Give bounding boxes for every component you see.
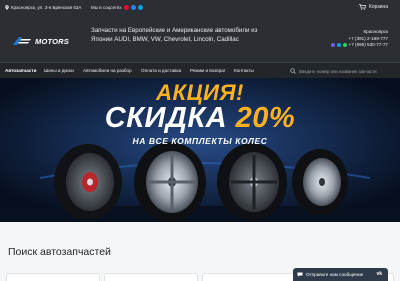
- logo-text: MOTORS: [35, 36, 69, 46]
- banner-subline: НА ВСЕ КОМПЛЕКТЫ КОЛЕС: [132, 136, 268, 146]
- phone-2[interactable]: +7 (995) 530-77-77: [349, 42, 388, 49]
- search-input[interactable]: Введите номер или название запчасти: [299, 69, 377, 74]
- address: Красноярск, ул. 3-я Брянская 63А: [5, 5, 81, 10]
- cart-label: Корзина: [368, 4, 388, 10]
- phone-row-2: +7 (995) 530-77-77: [330, 42, 388, 49]
- logo[interactable]: MOTORS: [12, 35, 69, 47]
- main-nav: Автозапчасти Шины и диски Автомобили на …: [0, 62, 400, 78]
- chat-icon: [297, 272, 303, 277]
- wheel-2: [134, 142, 206, 222]
- viber-icon[interactable]: [330, 43, 335, 48]
- nav-item-returns[interactable]: Режим и возврат: [190, 68, 226, 73]
- category-card[interactable]: [202, 273, 296, 281]
- chat-widget[interactable]: Отправьте нам сообщение vk: [293, 268, 388, 281]
- address-text: Красноярск, ул. 3-я Брянская 63А: [11, 5, 82, 10]
- banner-discount-percent: 20%: [235, 102, 296, 134]
- category-card[interactable]: [6, 273, 100, 281]
- cart-link[interactable]: Корзина: [358, 4, 388, 10]
- vk-icon[interactable]: [130, 5, 136, 10]
- page: Красноярск, ул. 3-я Брянская 63А Мы в со…: [0, 0, 400, 281]
- wheel-4: [292, 149, 348, 215]
- youtube-icon[interactable]: [123, 5, 129, 10]
- logo-mark-icon: [13, 37, 31, 45]
- contacts: Красноярск +7 (391) 2-199-777 +7 (995) 5…: [330, 29, 388, 49]
- wheel-1: [54, 144, 122, 220]
- section-title: Поиск автозапчастей: [8, 246, 111, 258]
- banner-discount: СКИДКА 20%: [0, 102, 400, 135]
- banner-discount-label: СКИДКА: [104, 102, 228, 134]
- header: MOTORS Запчасти на Европейские и Америка…: [0, 16, 400, 62]
- nav-item-autoparts[interactable]: Автозапчасти: [5, 68, 36, 73]
- telegram-icon[interactable]: [137, 5, 143, 10]
- social-links: Мы в соцсетях: [91, 5, 143, 10]
- wheel-3: [217, 143, 287, 221]
- telegram-icon[interactable]: [336, 43, 341, 48]
- location-pin-icon: [5, 5, 9, 10]
- category-card[interactable]: [104, 273, 198, 281]
- tagline: Запчасти на Европейские и Американские а…: [91, 27, 258, 43]
- search-icon: [290, 68, 296, 74]
- nav-item-payment[interactable]: Оплата и доставка: [141, 68, 181, 73]
- nav-item-cars[interactable]: Автомобили на разбор: [83, 68, 132, 73]
- chat-label: Отправьте нам сообщение: [306, 272, 364, 277]
- vk-logo-icon: vk: [376, 271, 382, 277]
- cart-icon: [358, 4, 366, 10]
- promo-banner[interactable]: АКЦИЯ! СКИДКА 20% НА ВСЕ КОМПЛЕКТЫ КОЛЕС: [0, 78, 400, 222]
- whatsapp-icon[interactable]: [342, 43, 347, 48]
- social-label: Мы в соцсетях: [91, 5, 122, 10]
- nav-item-tires[interactable]: Шины и диски: [44, 68, 74, 73]
- top-info-bar: Красноярск, ул. 3-я Брянская 63А Мы в со…: [0, 0, 400, 16]
- search-bar[interactable]: Введите номер или название запчасти: [290, 66, 396, 76]
- nav-item-contacts[interactable]: Контакты: [234, 68, 254, 73]
